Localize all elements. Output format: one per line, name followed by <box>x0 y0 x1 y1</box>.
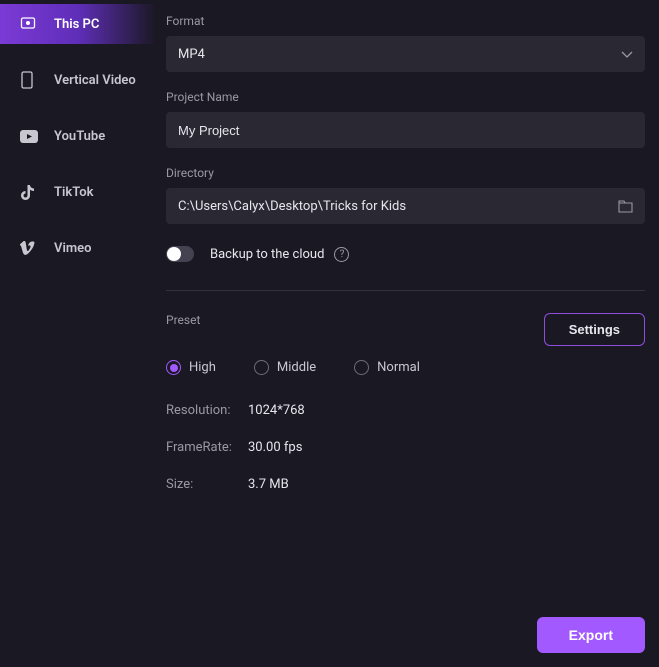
project-name-input[interactable] <box>178 123 633 138</box>
sidebar-item-tiktok[interactable]: TikTok <box>0 172 156 212</box>
preset-header: Preset Settings <box>166 313 645 346</box>
sidebar-item-vertical-video[interactable]: Vertical Video <box>0 60 156 100</box>
preset-radio-middle[interactable]: Middle <box>254 360 316 375</box>
sidebar: This PC Vertical Video YouTube TikTok Vi… <box>0 0 156 667</box>
sidebar-item-vimeo[interactable]: Vimeo <box>0 228 156 268</box>
project-name-row <box>166 112 645 148</box>
vimeo-icon <box>20 241 44 256</box>
radio-icon <box>354 360 369 375</box>
backup-label: Backup to the cloud <box>210 247 324 262</box>
preset-option-label: Middle <box>277 360 316 375</box>
settings-button[interactable]: Settings <box>544 313 645 346</box>
project-name-label: Project Name <box>166 90 645 104</box>
phone-icon <box>20 71 44 89</box>
size-value: 3.7 MB <box>248 477 289 492</box>
framerate-row: FrameRate: 30.00 fps <box>166 440 645 455</box>
sidebar-item-label: TikTok <box>54 185 93 200</box>
format-value: MP4 <box>178 47 205 62</box>
sidebar-item-label: This PC <box>54 17 99 32</box>
sidebar-item-youtube[interactable]: YouTube <box>0 116 156 156</box>
format-label: Format <box>166 14 645 28</box>
backup-toggle[interactable] <box>166 246 194 262</box>
format-select[interactable]: MP4 <box>166 36 645 72</box>
sidebar-item-this-pc[interactable]: This PC <box>0 4 156 44</box>
resolution-row: Resolution: 1024*768 <box>166 403 645 418</box>
preset-option-label: Normal <box>377 360 420 375</box>
main-panel: Format MP4 Project Name Directory C:\Use… <box>156 0 659 667</box>
framerate-value: 30.00 fps <box>248 440 302 455</box>
radio-icon <box>254 360 269 375</box>
radio-icon <box>166 360 181 375</box>
preset-label: Preset <box>166 313 200 327</box>
directory-label: Directory <box>166 166 645 180</box>
youtube-icon <box>20 130 44 143</box>
preset-radio-high[interactable]: High <box>166 360 216 375</box>
preset-radio-group: High Middle Normal <box>166 360 645 375</box>
sidebar-item-label: Vimeo <box>54 241 91 256</box>
folder-icon[interactable] <box>618 200 633 213</box>
divider <box>166 290 645 291</box>
directory-row: C:\Users\Calyx\Desktop\Tricks for Kids <box>166 188 645 224</box>
chevron-down-icon <box>621 51 633 58</box>
directory-value: C:\Users\Calyx\Desktop\Tricks for Kids <box>178 199 618 214</box>
export-button[interactable]: Export <box>537 617 645 653</box>
resolution-key: Resolution: <box>166 403 248 418</box>
backup-row: Backup to the cloud ? <box>166 246 645 262</box>
framerate-key: FrameRate: <box>166 440 248 455</box>
help-icon[interactable]: ? <box>334 247 349 262</box>
monitor-icon <box>20 16 44 32</box>
size-row: Size: 3.7 MB <box>166 477 645 492</box>
tiktok-icon <box>20 184 44 201</box>
preset-option-label: High <box>189 360 216 375</box>
toggle-knob <box>167 247 181 261</box>
sidebar-item-label: YouTube <box>54 129 105 144</box>
size-key: Size: <box>166 477 248 492</box>
sidebar-item-label: Vertical Video <box>54 73 136 88</box>
preset-radio-normal[interactable]: Normal <box>354 360 420 375</box>
resolution-value: 1024*768 <box>248 403 305 418</box>
